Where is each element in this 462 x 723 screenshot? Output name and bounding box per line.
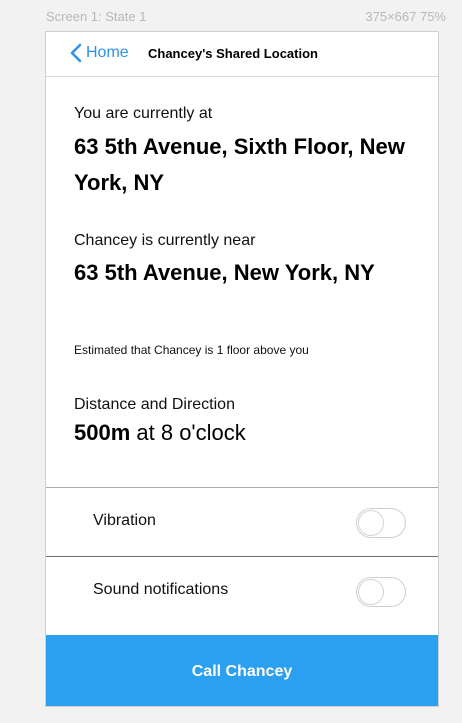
distance-value: 500m	[74, 420, 131, 445]
nav-bar: Home Chancey's Shared Location	[46, 32, 438, 77]
page-title: Chancey's Shared Location	[148, 46, 318, 61]
toggle-knob	[358, 579, 384, 605]
sound-toggle[interactable]	[356, 577, 406, 607]
screen-state-label: Screen 1: State 1	[46, 9, 147, 24]
distance-label: Distance and Direction	[74, 396, 235, 413]
direction-value: at 8 o'clock	[130, 420, 246, 445]
call-button[interactable]: Call Chancey	[46, 635, 438, 706]
back-label: Home	[86, 44, 129, 61]
sound-label: Sound notifications	[93, 581, 229, 598]
floor-estimate: Estimated that Chancey is 1 floor above …	[74, 343, 309, 357]
chevron-left-icon	[70, 43, 82, 63]
vibration-toggle[interactable]	[356, 508, 406, 538]
chancey-address: 63 5th Avenue, New York, NY	[74, 260, 375, 285]
chancey-location-label: Chancey is currently near	[74, 232, 256, 249]
sound-row: Sound notifications	[46, 556, 438, 624]
phone-screen: Home Chancey's Shared Location You are c…	[45, 31, 439, 707]
your-location-label: You are currently at	[74, 105, 213, 122]
screen-size-label: 375×667 75%	[365, 9, 446, 24]
your-address: 63 5th Avenue, Sixth Floor, New York, NY	[74, 134, 405, 195]
toggle-knob	[358, 510, 384, 536]
vibration-label: Vibration	[93, 512, 156, 529]
back-button[interactable]: Home	[70, 43, 129, 63]
distance-direction: 500m at 8 o'clock	[74, 420, 246, 446]
vibration-row: Vibration	[46, 487, 438, 555]
